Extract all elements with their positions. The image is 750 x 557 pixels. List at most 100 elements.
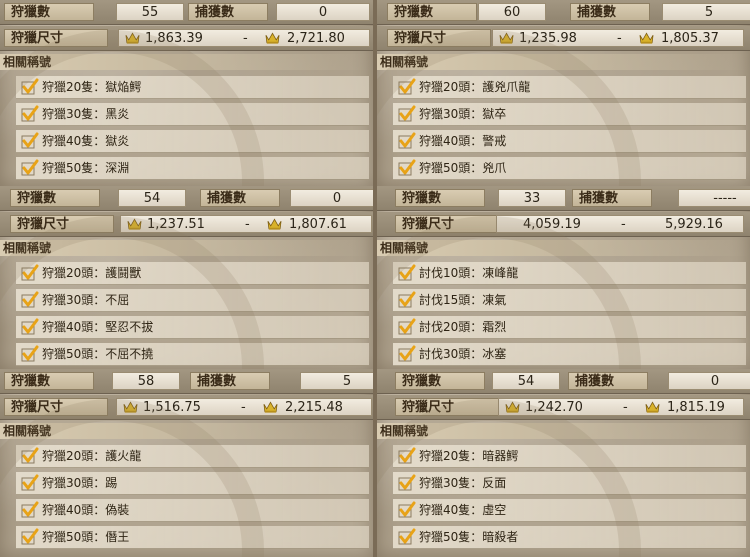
size-separator: - bbox=[621, 217, 626, 232]
checkmark-icon bbox=[21, 345, 39, 362]
hunt-size-label: 狩獵尺寸 bbox=[395, 398, 499, 416]
title-text: 狩獵30隻：反面 bbox=[419, 476, 507, 490]
checkmark-icon bbox=[398, 528, 416, 545]
related-titles-heading: 相關稱號 bbox=[377, 423, 750, 439]
size-row: 狩獵尺寸 1,516.75 - 2,215.48 bbox=[0, 395, 373, 420]
checkmark-icon bbox=[21, 105, 39, 122]
title-item: 狩獵50隻：深淵 bbox=[16, 157, 369, 180]
checkmark-icon bbox=[398, 501, 416, 518]
min-size-value: 4,059.19 bbox=[523, 217, 581, 232]
title-text: 狩獵50頭：兇爪 bbox=[419, 161, 507, 175]
crown-icon bbox=[127, 218, 142, 230]
hunt-count-label: 狩獵數 bbox=[395, 189, 485, 207]
title-text: 狩獵40隻：虛空 bbox=[419, 503, 507, 517]
title-text: 狩獵30頭：不屈 bbox=[42, 293, 130, 307]
title-text: 狩獵50頭：不屈不撓 bbox=[42, 347, 154, 361]
checkmark-icon bbox=[398, 159, 416, 176]
size-range: 1,235.98 - 1,805.37 bbox=[492, 29, 744, 47]
checkmark-icon bbox=[21, 78, 39, 95]
title-text: 狩獵20頭：護兇爪龍 bbox=[419, 80, 531, 94]
title-item: 狩獵20隻：獄焔鰐 bbox=[16, 76, 369, 99]
related-titles-heading: 相關稱號 bbox=[0, 240, 373, 256]
size-separator: - bbox=[617, 31, 622, 46]
count-row: 狩獵數 54 捕獲數 0 bbox=[377, 369, 750, 394]
crown-icon bbox=[267, 218, 282, 230]
hunting-record-panel: 狩獵數 58 捕獲數 5 狩獵尺寸 1,516.75 - 2,215.48 相關稱號 狩獵20頭：… bbox=[0, 369, 373, 557]
hunting-record-panel: 狩獵數 54 捕獲數 0 狩獵尺寸 1,237.51 - 1,807.61 相關稱號 狩獵20頭：… bbox=[0, 186, 373, 369]
title-text: 討伐15頭：凍氣 bbox=[419, 293, 507, 307]
hunt-count-value: 58 bbox=[112, 372, 180, 390]
crown-icon bbox=[123, 401, 138, 413]
max-size-value: 1,815.19 bbox=[667, 400, 725, 415]
capture-count-value: 0 bbox=[668, 372, 750, 390]
title-item: 狩獵50頭：不屈不撓 bbox=[16, 343, 369, 366]
max-size-value: 2,215.48 bbox=[285, 400, 343, 415]
size-range: 4,059.19 - 5,929.16 bbox=[496, 215, 744, 233]
title-text: 討伐30頭：冰塞 bbox=[419, 347, 507, 361]
count-row: 狩獵數 58 捕獲數 5 bbox=[0, 369, 373, 394]
hunt-count-value: 60 bbox=[478, 3, 546, 21]
checkmark-icon bbox=[398, 132, 416, 149]
capture-count-value: ----- bbox=[678, 189, 750, 207]
title-text: 狩獵40頭：堅忍不拔 bbox=[42, 320, 154, 334]
checkmark-icon bbox=[21, 318, 39, 335]
crown-icon bbox=[125, 32, 140, 44]
title-item: 狩獵30隻：反面 bbox=[393, 472, 746, 495]
hunt-size-label: 狩獵尺寸 bbox=[387, 29, 491, 47]
capture-count-label: 捕獲數 bbox=[190, 372, 270, 390]
title-item: 狩獵20頭：護火龍 bbox=[16, 445, 369, 468]
crown-icon bbox=[265, 32, 280, 44]
hunt-size-label: 狩獵尺寸 bbox=[4, 398, 108, 416]
size-separator: - bbox=[241, 400, 246, 415]
checkmark-icon bbox=[398, 447, 416, 464]
checkmark-icon bbox=[398, 105, 416, 122]
hunting-record-panel: 狩獵數 33 捕獲數 ----- 狩獵尺寸 4,059.19 - 5,929.16 相關稱號 討伐… bbox=[377, 186, 750, 369]
size-range: 1,516.75 - 2,215.48 bbox=[116, 398, 372, 416]
hunt-count-value: 54 bbox=[118, 189, 186, 207]
hunt-count-label: 狩獵數 bbox=[387, 3, 477, 21]
title-text: 狩獵50頭：僭王 bbox=[42, 530, 130, 544]
size-row: 狩獵尺寸 1,237.51 - 1,807.61 bbox=[0, 212, 373, 237]
capture-count-value: 5 bbox=[300, 372, 373, 390]
min-size-value: 1,242.70 bbox=[525, 400, 583, 415]
title-item: 討伐10頭：凍峰龍 bbox=[393, 262, 746, 285]
size-separator: - bbox=[243, 31, 248, 46]
checkmark-icon bbox=[398, 318, 416, 335]
checkmark-icon bbox=[21, 264, 39, 281]
title-item: 狩獵40頭：堅忍不拔 bbox=[16, 316, 369, 339]
hunting-record-panel: 狩獵數 54 捕獲數 0 狩獵尺寸 1,242.70 - 1,815.19 相關稱號 狩獵20隻：… bbox=[377, 369, 750, 557]
title-item: 狩獵30頭：獄卒 bbox=[393, 103, 746, 126]
checkmark-icon bbox=[398, 345, 416, 362]
title-item: 狩獵30頭：不屈 bbox=[16, 289, 369, 312]
capture-count-label: 捕獲數 bbox=[568, 372, 648, 390]
capture-count-value: 5 bbox=[662, 3, 750, 21]
checkmark-icon bbox=[21, 159, 39, 176]
title-item: 狩獵20頭：護鬪獸 bbox=[16, 262, 369, 285]
checkmark-icon bbox=[21, 528, 39, 545]
min-size-value: 1,863.39 bbox=[145, 31, 203, 46]
hunting-record-panel: 狩獵數 55 捕獲數 0 狩獵尺寸 1,863.39 - 2,721.80 相關稱號 狩獵20隻：… bbox=[0, 0, 373, 186]
hunt-count-label: 狩獵數 bbox=[10, 189, 100, 207]
hunt-count-label: 狩獵數 bbox=[4, 372, 94, 390]
related-titles-heading: 相關稱號 bbox=[377, 240, 750, 256]
count-row: 狩獵數 55 捕獲數 0 bbox=[0, 0, 373, 25]
title-item: 狩獵20頭：護兇爪龍 bbox=[393, 76, 746, 99]
title-text: 狩獵20頭：護鬪獸 bbox=[42, 266, 142, 280]
crown-icon bbox=[499, 32, 514, 44]
checkmark-icon bbox=[21, 474, 39, 491]
title-text: 狩獵20隻：獄焔鰐 bbox=[42, 80, 142, 94]
checkmark-icon bbox=[21, 291, 39, 308]
title-text: 狩獵40頭：警戒 bbox=[419, 134, 507, 148]
hunt-count-value: 55 bbox=[116, 3, 184, 21]
max-size-value: 1,805.37 bbox=[661, 31, 719, 46]
checkmark-icon bbox=[398, 291, 416, 308]
checkmark-icon bbox=[398, 264, 416, 281]
title-item: 狩獵40隻：獄炎 bbox=[16, 130, 369, 153]
capture-count-label: 捕獲數 bbox=[572, 189, 652, 207]
title-item: 狩獵30隻：黑炎 bbox=[16, 103, 369, 126]
max-size-value: 2,721.80 bbox=[287, 31, 345, 46]
count-row: 狩獵數 54 捕獲數 0 bbox=[0, 186, 373, 211]
title-item: 討伐30頭：冰塞 bbox=[393, 343, 746, 366]
checkmark-icon bbox=[21, 501, 39, 518]
checkmark-icon bbox=[398, 474, 416, 491]
